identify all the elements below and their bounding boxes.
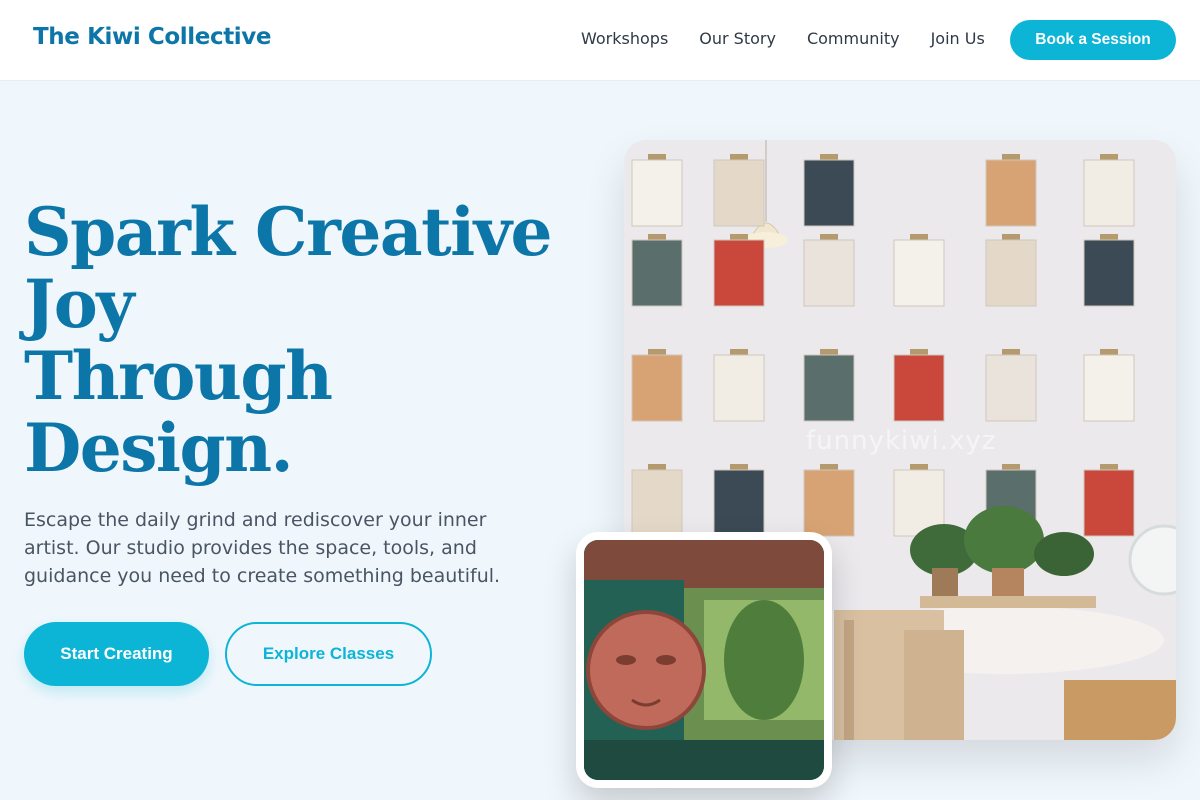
headline-line-3: Through: [24, 337, 333, 415]
site-logo[interactable]: The Kiwi Collective: [33, 24, 271, 50]
watermark-text: funnykiwi.xyz: [806, 426, 997, 456]
hero-headline: Spark Creative Joy Through Design.: [24, 196, 584, 484]
nav-our-story[interactable]: Our Story: [699, 29, 776, 48]
headline-line-4: Design.: [24, 409, 294, 487]
nav-community[interactable]: Community: [807, 29, 900, 48]
explore-classes-button[interactable]: Explore Classes: [225, 622, 432, 686]
headline-line-1: Spark Creative: [24, 193, 553, 271]
headline-line-2: Joy: [24, 265, 135, 343]
site-header: The Kiwi Collective Workshops Our Story …: [0, 0, 1200, 81]
nav-join-us[interactable]: Join Us: [931, 29, 985, 48]
nav-workshops[interactable]: Workshops: [581, 29, 668, 48]
main-nav: Workshops Our Story Community Join Us: [581, 29, 1016, 48]
start-creating-button[interactable]: Start Creating: [24, 622, 209, 686]
book-session-button[interactable]: Book a Session: [1010, 20, 1176, 60]
mural-inset-image: [576, 532, 832, 788]
hero-subtext: Escape the daily grind and rediscover yo…: [24, 509, 501, 587]
